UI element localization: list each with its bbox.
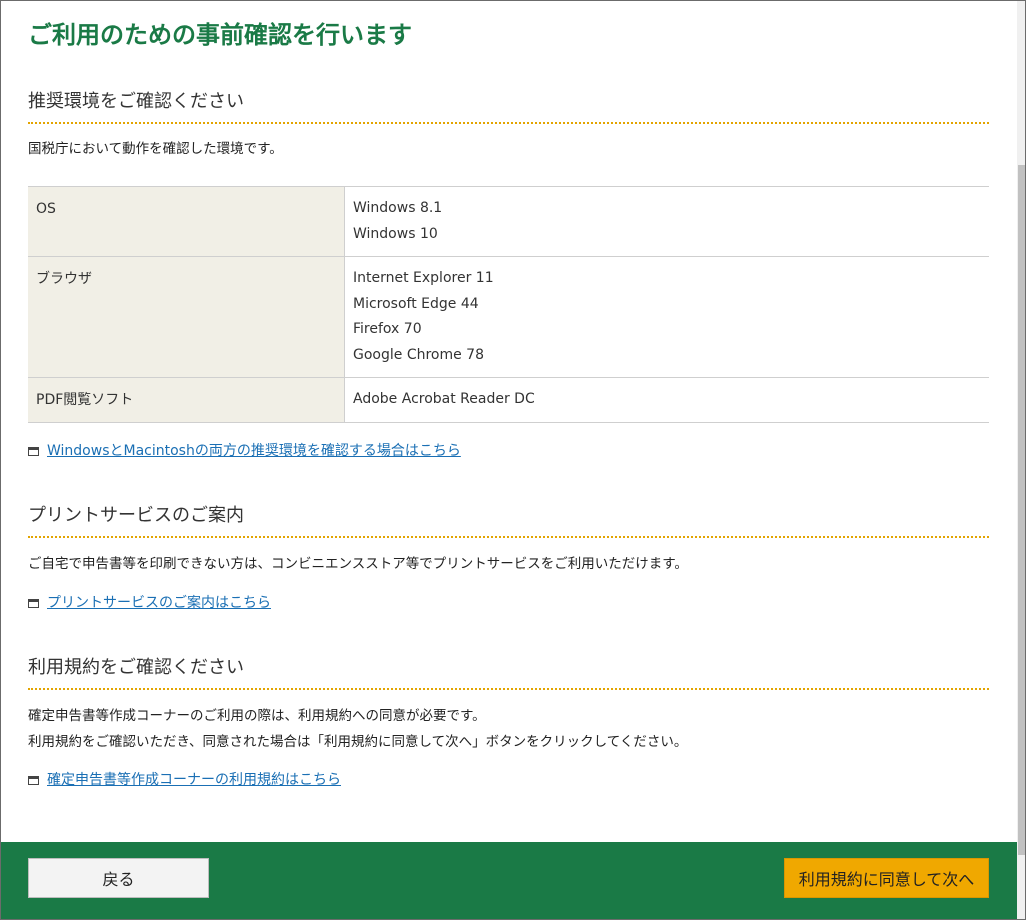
environment-table: OS Windows 8.1 Windows 10 ブラウザ Internet … xyxy=(28,186,989,423)
env-description: 国税庁において動作を確認した環境です。 xyxy=(28,141,283,157)
terms-description-2: 利用規約をご確認いただき、同意された場合は「利用規約に同意して次へ」ボタンをクリ… xyxy=(28,734,688,750)
table-value-os: Windows 8.1 Windows 10 xyxy=(344,186,989,257)
table-value-pdf: Adobe Acrobat Reader DC xyxy=(344,377,989,423)
print-description: ご自宅で申告書等を印刷できない方は、コンビニエンスストア等でプリントサービスをご… xyxy=(28,556,688,572)
env-both-os-link[interactable]: WindowsとMacintoshの両方の推奨環境を確認する場合はこちら xyxy=(47,440,461,460)
table-value-browser: Internet Explorer 11 Microsoft Edge 44 F… xyxy=(344,256,989,378)
terms-link-row: 確定申告書等作成コーナーの利用規約はこちら xyxy=(28,769,341,789)
vertical-scrollbar[interactable] xyxy=(1017,1,1025,919)
footer-bar: 戻る 利用規約に同意して次へ xyxy=(1,842,1017,919)
terms-description-1: 確定申告書等作成コーナーのご利用の際は、利用規約への同意が必要です。 xyxy=(28,708,486,724)
print-section-heading: プリントサービスのご案内 xyxy=(28,501,989,538)
print-service-link[interactable]: プリントサービスのご案内はこちら xyxy=(47,592,271,612)
env-link-row: WindowsとMacintoshの両方の推奨環境を確認する場合はこちら xyxy=(28,440,461,460)
table-key-os: OS xyxy=(28,186,345,257)
new-window-icon xyxy=(28,598,39,608)
agree-next-button[interactable]: 利用規約に同意して次へ xyxy=(784,858,989,898)
browser-value: Microsoft Edge 44 xyxy=(353,295,479,312)
new-window-icon xyxy=(28,446,39,456)
browser-value: Google Chrome 78 xyxy=(353,346,484,363)
dialog-frame: ご利用のための事前確認を行います 推奨環境をご確認ください 国税庁において動作を… xyxy=(0,0,1026,920)
table-row: PDF閲覧ソフト Adobe Acrobat Reader DC xyxy=(28,377,989,423)
browser-value: Firefox 70 xyxy=(353,321,422,337)
new-window-icon xyxy=(28,775,39,785)
table-key-pdf: PDF閲覧ソフト xyxy=(28,377,345,423)
table-key-browser: ブラウザ xyxy=(28,256,345,378)
browser-value: Internet Explorer 11 xyxy=(353,270,494,286)
env-section-heading: 推奨環境をご確認ください xyxy=(28,87,989,124)
page-title: ご利用のための事前確認を行います xyxy=(28,21,412,49)
os-value: Windows 8.1 xyxy=(353,200,443,216)
terms-link[interactable]: 確定申告書等作成コーナーの利用規約はこちら xyxy=(47,769,341,789)
pdf-value: Adobe Acrobat Reader DC xyxy=(353,391,535,407)
os-value: Windows 10 xyxy=(353,225,438,242)
print-link-row: プリントサービスのご案内はこちら xyxy=(28,592,271,612)
terms-section-heading: 利用規約をご確認ください xyxy=(28,653,989,690)
table-row: OS Windows 8.1 Windows 10 xyxy=(28,186,989,257)
table-row: ブラウザ Internet Explorer 11 Microsoft Edge… xyxy=(28,256,989,378)
scrollbar-thumb[interactable] xyxy=(1018,165,1025,855)
back-button[interactable]: 戻る xyxy=(28,858,209,898)
